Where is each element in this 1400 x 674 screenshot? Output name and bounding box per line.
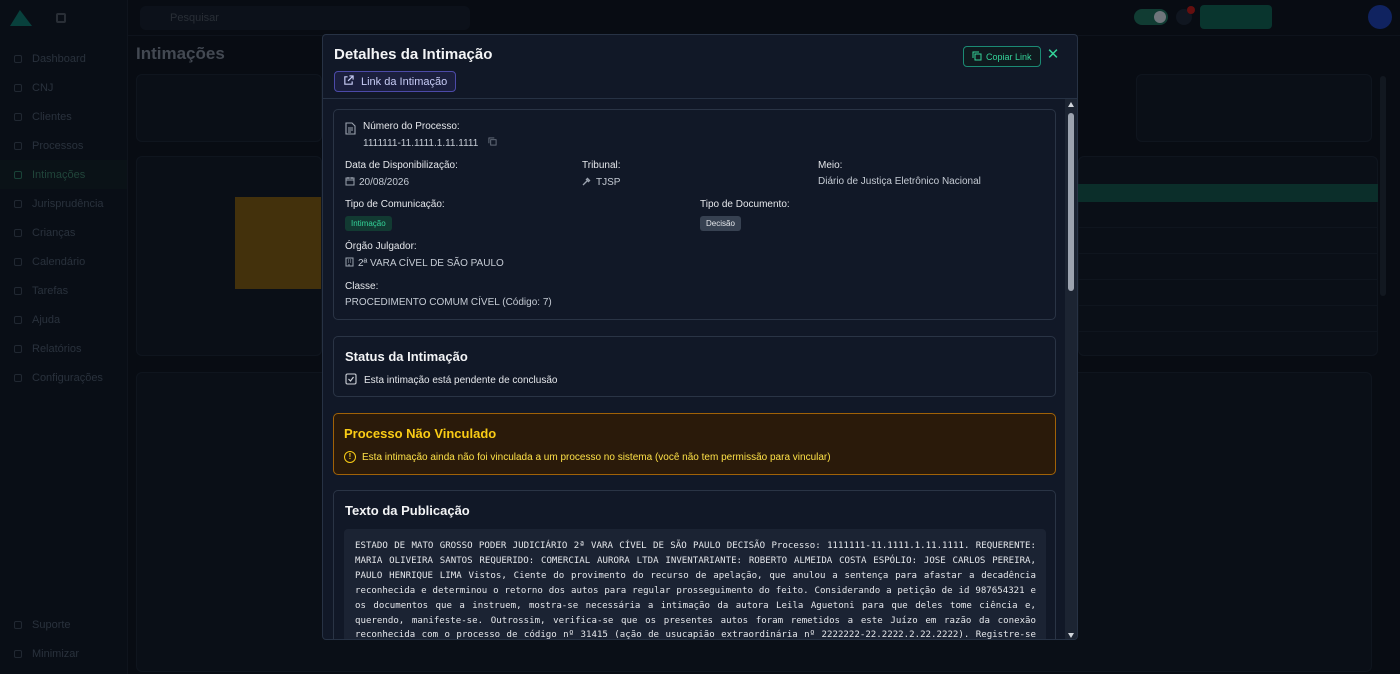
scrollbar-thumb[interactable]: [1068, 113, 1074, 291]
warning-title: Processo Não Vinculado: [344, 426, 497, 441]
tribunal-label: Tribunal:: [582, 160, 621, 171]
warning-message: ! Esta intimação ainda não foi vinculada…: [344, 451, 831, 463]
details-section: Número do Processo: 1111111-11.1111.1.11…: [333, 109, 1056, 320]
publication-title: Texto da Publicação: [345, 503, 470, 518]
tribunal-text: TJSP: [596, 177, 621, 188]
modal-header: Detalhes da Intimação Link da Intimação …: [323, 35, 1077, 99]
status-section: Status da Intimação Esta intimação está …: [333, 336, 1056, 397]
scroll-down-icon[interactable]: [1068, 633, 1074, 638]
judging-body-text: 2ª VARA CÍVEL DE SÃO PAULO: [358, 258, 504, 269]
status-value: Esta intimação está pendente de conclusã…: [345, 373, 557, 388]
availability-date-value: 20/08/2026: [345, 176, 409, 189]
intimation-link-label: Link da Intimação: [361, 75, 448, 88]
meio-label: Meio:: [818, 160, 843, 171]
status-title: Status da Intimação: [345, 349, 468, 364]
availability-date-text: 20/08/2026: [359, 177, 410, 188]
modal-title: Detalhes da Intimação: [334, 46, 493, 63]
unlinked-process-warning: Processo Não Vinculado ! Esta intimação …: [333, 413, 1056, 475]
process-number-label: Número do Processo:: [363, 121, 460, 132]
calendar-icon: [345, 176, 355, 189]
check-square-icon: [345, 373, 357, 388]
tribunal-value: TJSP: [582, 176, 620, 189]
class-value: PROCEDIMENTO COMUM CÍVEL (Código: 7): [345, 297, 552, 308]
status-text: Esta intimação está pendente de conclusã…: [364, 375, 558, 386]
publication-text-box: ESTADO DE MATO GROSSO PODER JUDICIÁRIO 2…: [344, 529, 1046, 640]
document-type-badge: Decisão: [700, 216, 741, 231]
document-type-label: Tipo de Documento:: [700, 199, 790, 210]
copy-link-button[interactable]: Copiar Link: [963, 46, 1041, 67]
intimation-link-button[interactable]: Link da Intimação: [334, 71, 457, 92]
document-icon: [345, 122, 356, 140]
external-link-icon: [343, 74, 354, 89]
modal-scrollbar[interactable]: [1065, 99, 1077, 639]
communication-type-label: Tipo de Comunicação:: [345, 199, 445, 210]
copy-icon[interactable]: [488, 137, 497, 149]
copy-icon: [972, 51, 982, 63]
alert-circle-icon: !: [344, 451, 356, 463]
publication-section: Texto da Publicação ESTADO DE MATO GROSS…: [333, 490, 1056, 640]
process-number-text: 1111111-11.1111.1.11.1111: [363, 137, 479, 149]
modal-body: Número do Processo: 1111111-11.1111.1.11…: [323, 99, 1067, 640]
judging-body-label: Órgão Julgador:: [345, 241, 417, 252]
publication-text: ESTADO DE MATO GROSSO PODER JUDICIÁRIO 2…: [355, 541, 1036, 640]
copy-link-label: Copiar Link: [986, 51, 1032, 62]
intimation-details-modal: Detalhes da Intimação Link da Intimação …: [322, 34, 1078, 640]
scroll-up-icon[interactable]: [1068, 102, 1074, 107]
meio-value: Diário de Justiça Eletrônico Nacional: [818, 176, 981, 187]
gavel-icon: [582, 176, 592, 189]
close-icon[interactable]: ✕: [1045, 47, 1061, 63]
availability-date-label: Data de Disponibilização:: [345, 160, 458, 171]
building-icon: [345, 257, 354, 270]
communication-type-badge: Intimação: [345, 216, 392, 231]
judging-body-value: 2ª VARA CÍVEL DE SÃO PAULO: [345, 257, 504, 270]
class-label: Classe:: [345, 281, 379, 292]
process-number-value: 1111111-11.1111.1.11.1111: [363, 137, 497, 149]
warning-text: Esta intimação ainda não foi vinculada a…: [362, 451, 831, 463]
